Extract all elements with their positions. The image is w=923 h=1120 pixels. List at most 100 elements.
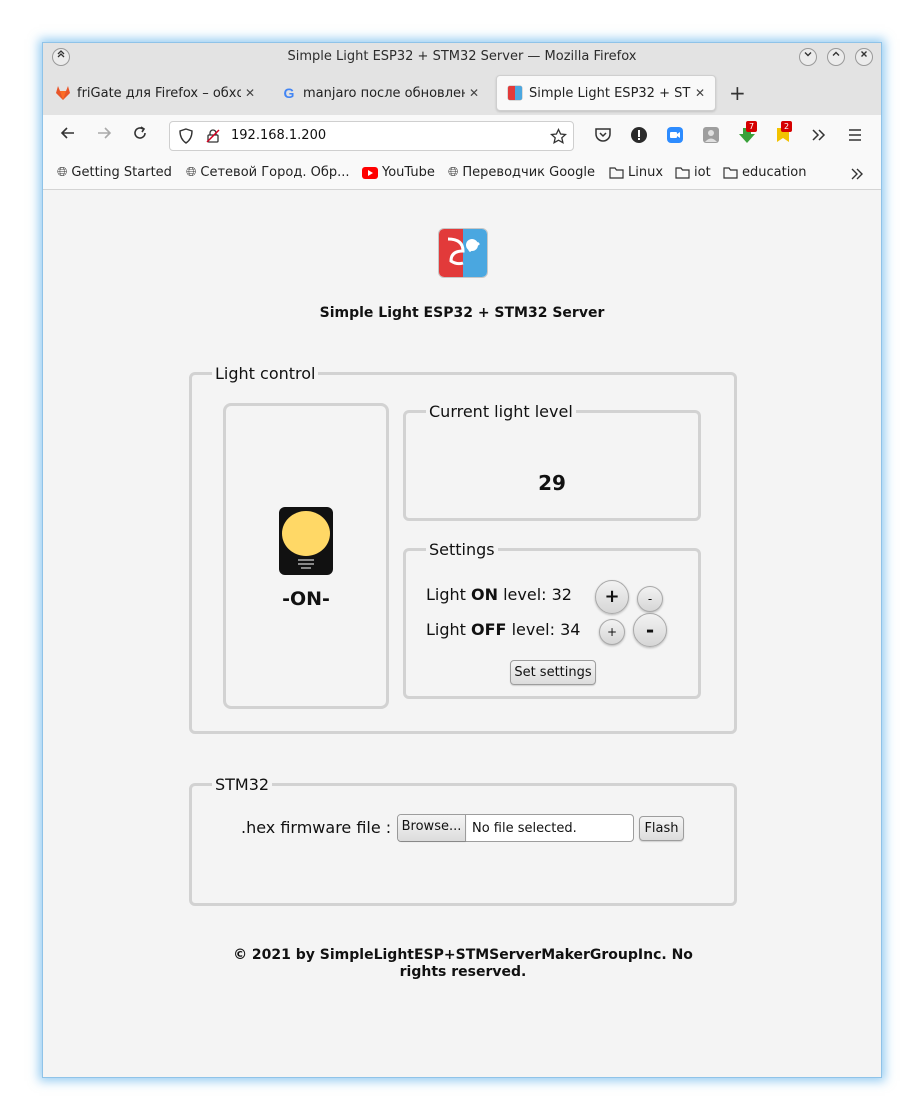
back-button[interactable] bbox=[57, 124, 79, 147]
bookmark-label: Linux bbox=[628, 165, 664, 180]
footer-copyright: © 2021 by SimpleLightESP+STMServerMakerG… bbox=[233, 947, 693, 980]
info-extension-icon[interactable] bbox=[630, 126, 648, 144]
current-light-level-legend: Current light level bbox=[429, 402, 573, 421]
current-light-level-value: 29 bbox=[538, 471, 566, 495]
stm32-legend: STM32 bbox=[215, 775, 270, 794]
arrow-right-icon bbox=[98, 127, 112, 139]
bookmark-extension[interactable]: 2 bbox=[774, 121, 793, 144]
bookmark-translator[interactable]: 🌐︎ Переводчик Google bbox=[448, 165, 595, 180]
close-window-button[interactable] bbox=[855, 48, 873, 66]
light-control-legend: Light control bbox=[215, 364, 316, 383]
folder-icon bbox=[723, 166, 738, 179]
window-title: Simple Light ESP32 + STM32 Server — Mozi… bbox=[287, 49, 637, 64]
shield-icon bbox=[179, 128, 193, 144]
light-off-level-value: level: 34 bbox=[506, 620, 581, 639]
folder-icon bbox=[675, 166, 690, 179]
esp32-logo bbox=[438, 228, 488, 278]
firmware-file-input[interactable]: Browse... No file selected. bbox=[397, 814, 634, 842]
forward-button[interactable] bbox=[93, 124, 115, 147]
bookmark-folder-education[interactable]: education bbox=[723, 165, 807, 180]
bookmark-label: YouTube bbox=[382, 165, 435, 180]
bookmark-youtube[interactable]: YouTube bbox=[362, 165, 435, 180]
account-extension-icon[interactable] bbox=[702, 126, 720, 144]
lightbulb-icon bbox=[279, 507, 333, 575]
pocket-icon[interactable] bbox=[594, 126, 612, 144]
star-icon[interactable] bbox=[550, 128, 567, 145]
chevron-up-icon bbox=[832, 51, 840, 56]
minimize-button[interactable] bbox=[799, 48, 817, 66]
esp32-icon bbox=[507, 85, 523, 101]
bookmarks-toolbar: 🌐︎ Getting Started 🌐︎ Сетевой Город. Обр… bbox=[43, 157, 881, 190]
close-tab-icon[interactable]: ✕ bbox=[691, 86, 709, 100]
arrow-left-icon bbox=[60, 127, 74, 139]
bookmark-setevoy-gorod[interactable]: 🌐︎ Сетевой Город. Обр... bbox=[186, 165, 350, 180]
navigation-bar: 192.168.1.200 7 2 bbox=[43, 115, 881, 157]
flash-button[interactable]: Flash bbox=[639, 816, 684, 841]
row-prefix: Light bbox=[426, 585, 472, 604]
chevron-down-icon bbox=[804, 52, 812, 57]
set-settings-button[interactable]: Set settings bbox=[510, 660, 596, 685]
hamburger-menu-icon[interactable] bbox=[846, 126, 864, 144]
youtube-icon bbox=[362, 166, 378, 179]
download-badge: 7 bbox=[746, 121, 758, 132]
light-on-level-row: Light ON level: 32 bbox=[426, 585, 572, 604]
tab-manjaro[interactable]: G manjaro после обновлени ✕ bbox=[271, 75, 489, 111]
tab-label: friGate для Firefox – обход bbox=[77, 85, 241, 101]
browse-button[interactable]: Browse... bbox=[398, 815, 466, 841]
light-state-text: -ON- bbox=[282, 588, 330, 610]
file-status-text: No file selected. bbox=[472, 821, 577, 836]
settings-fieldset: Settings Light ON level: 32 Light OFF le… bbox=[403, 540, 701, 699]
bookmark-label: Переводчик Google bbox=[462, 165, 595, 180]
title-bar: Simple Light ESP32 + STM32 Server — Mozi… bbox=[43, 43, 881, 71]
reload-icon bbox=[134, 126, 146, 139]
globe-icon: 🌐︎ bbox=[186, 165, 197, 180]
light-on-level-value: level: 32 bbox=[498, 585, 572, 604]
firmware-file-label: .hex firmware file : bbox=[241, 818, 392, 837]
on-level-plus-button[interactable]: + bbox=[595, 580, 629, 614]
light-state-panel: -ON- bbox=[223, 403, 389, 709]
url-text: 192.168.1.200 bbox=[231, 128, 327, 143]
download-extension[interactable]: 7 bbox=[738, 121, 758, 144]
bookmark-folder-iot[interactable]: iot bbox=[675, 165, 711, 180]
globe-icon: 🌐︎ bbox=[57, 165, 68, 180]
gitlab-fox-icon bbox=[55, 85, 71, 101]
page-title: Simple Light ESP32 + STM32 Server bbox=[319, 305, 605, 321]
bookmarks-overflow-icon[interactable] bbox=[849, 166, 865, 182]
tab-label: Simple Light ESP32 + STM3 bbox=[529, 85, 691, 101]
bookmark-badge: 2 bbox=[781, 121, 793, 132]
row-keyword: ON bbox=[471, 585, 499, 604]
on-level-minus-button[interactable]: - bbox=[637, 586, 663, 612]
globe-icon: 🌐︎ bbox=[448, 165, 459, 180]
bookmark-label: Getting Started bbox=[71, 165, 172, 180]
overflow-chevrons-icon[interactable] bbox=[810, 126, 828, 144]
current-light-level-fieldset: Current light level 29 bbox=[403, 402, 701, 521]
browser-window: Simple Light ESP32 + STM32 Server — Mozi… bbox=[42, 42, 882, 1078]
bookmark-folder-linux[interactable]: Linux bbox=[609, 165, 663, 180]
insecure-lock-icon bbox=[206, 129, 220, 143]
off-level-plus-button[interactable]: + bbox=[599, 619, 625, 645]
settings-legend: Settings bbox=[429, 540, 495, 559]
bookmark-label: iot bbox=[694, 165, 711, 180]
folder-icon bbox=[609, 166, 624, 179]
new-tab-button[interactable]: + bbox=[729, 81, 746, 105]
bookmark-label: education bbox=[742, 165, 807, 180]
off-level-minus-button[interactable]: - bbox=[633, 613, 667, 647]
zoom-extension-icon[interactable] bbox=[666, 126, 684, 144]
close-tab-icon[interactable]: ✕ bbox=[465, 86, 483, 100]
tab-label: manjaro после обновлени bbox=[303, 85, 465, 101]
reload-button[interactable] bbox=[129, 124, 151, 147]
google-icon: G bbox=[283, 85, 295, 101]
bookmark-getting-started[interactable]: 🌐︎ Getting Started bbox=[57, 165, 172, 180]
esp32-logo-icon bbox=[439, 229, 487, 277]
tab-simple-light[interactable]: Simple Light ESP32 + STM3 ✕ bbox=[496, 75, 716, 111]
row-keyword: OFF bbox=[471, 620, 507, 639]
tab-strip: friGate для Firefox – обход ✕ G manjaro … bbox=[43, 71, 881, 115]
tab-frigate[interactable]: friGate для Firefox – обход ✕ bbox=[45, 75, 265, 111]
page-content: Simple Light ESP32 + STM32 Server Light … bbox=[43, 190, 881, 1077]
bookmark-label: Сетевой Город. Обр... bbox=[200, 165, 350, 180]
light-off-level-row: Light OFF level: 34 bbox=[426, 620, 580, 639]
close-tab-icon[interactable]: ✕ bbox=[241, 86, 259, 100]
close-icon bbox=[861, 51, 867, 57]
address-bar[interactable]: 192.168.1.200 bbox=[169, 121, 574, 151]
maximize-button[interactable] bbox=[827, 48, 845, 66]
